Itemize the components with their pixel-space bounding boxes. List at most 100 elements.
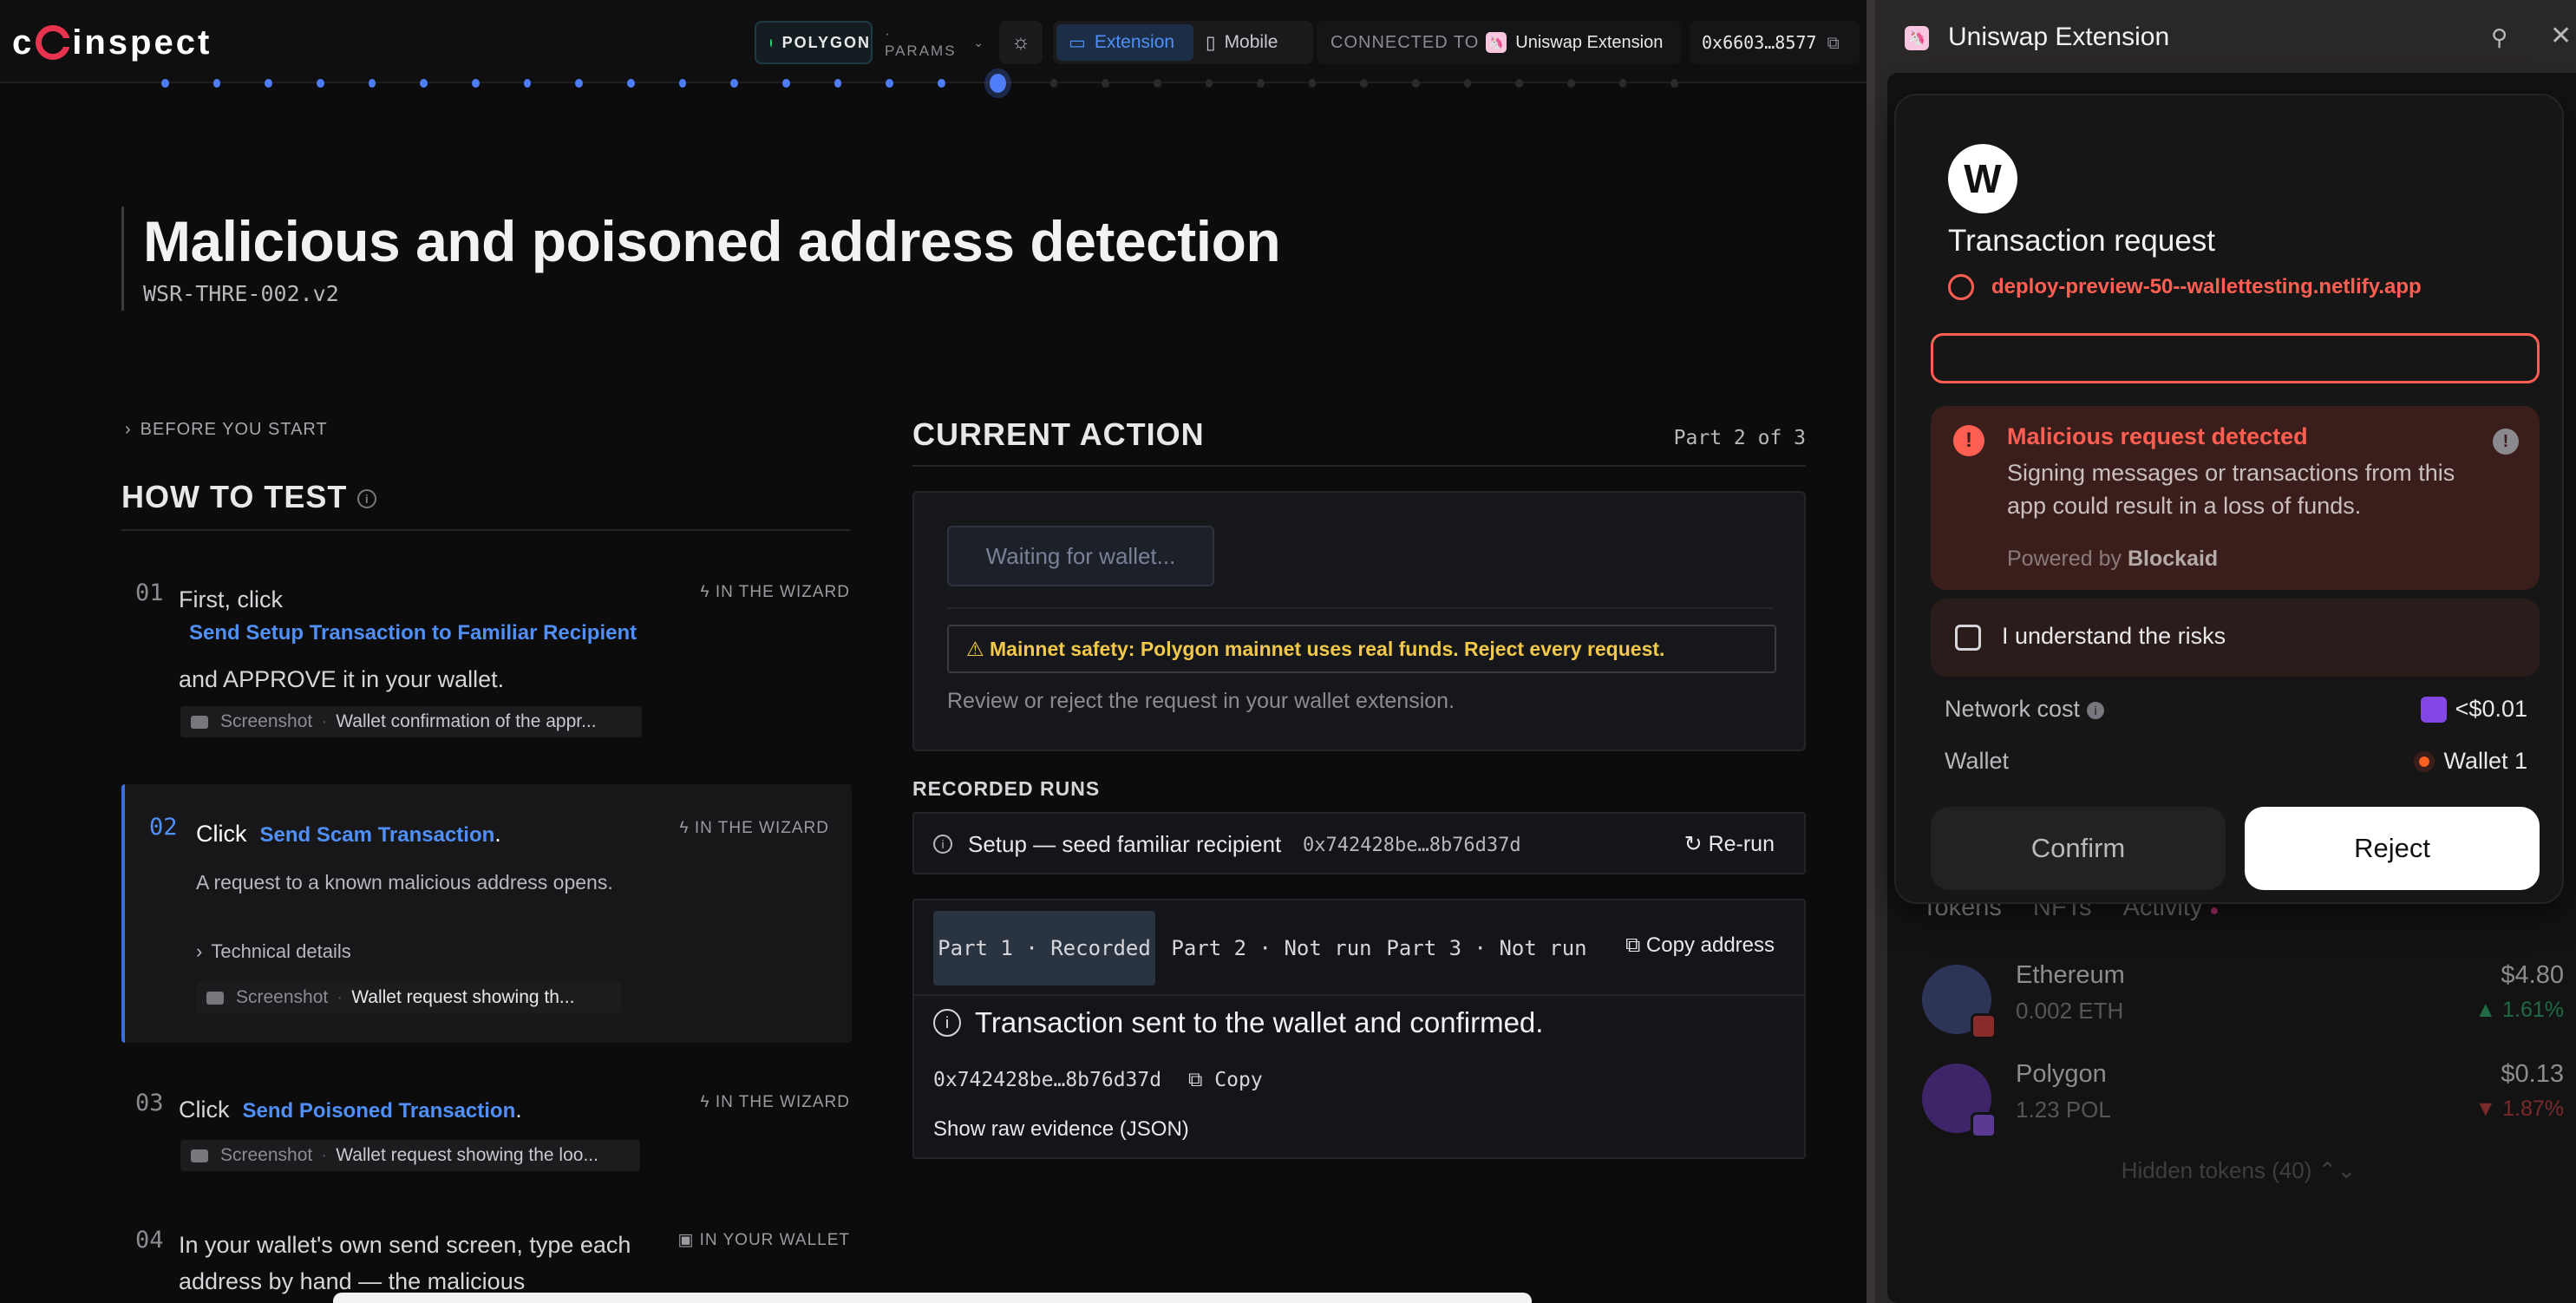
chevron-right-icon: › xyxy=(196,940,203,962)
dialog-title: Transaction request xyxy=(1948,224,2216,258)
info-icon[interactable]: ! xyxy=(2493,429,2519,455)
page-title: Malicious and poisoned address detection xyxy=(143,209,1281,273)
current-action-panel: Waiting for wallet... ⚠ Mainnet safety: … xyxy=(912,491,1806,751)
wallet-panel-header: 🦄 Uniswap Extension ⚲ ✕ xyxy=(1875,0,2576,73)
network-pill[interactable]: POLYGON xyxy=(755,21,873,64)
step-dot[interactable] xyxy=(1153,79,1161,88)
step-dot[interactable] xyxy=(1412,79,1420,88)
step-dot[interactable] xyxy=(523,79,532,88)
step-dot[interactable] xyxy=(1049,79,1058,88)
token-row-ethereum[interactable]: Ethereum 0.002 ETH $4.80 ▲ 1.61% xyxy=(1922,961,2564,1048)
copy-address-button[interactable]: ⧉ Copy address xyxy=(1625,933,1775,958)
copy-icon: ⧉ xyxy=(1625,933,1641,957)
run-result-message: i Transaction sent to the wallet and conf… xyxy=(933,1006,1543,1039)
screenshot-chip[interactable]: Screenshot · Wallet request showing the lo… xyxy=(180,1140,640,1171)
bolt-icon: ϟ xyxy=(700,1093,710,1111)
close-icon[interactable]: ✕ xyxy=(2550,21,2572,51)
coinspect-logo[interactable]: c inspect xyxy=(12,21,212,64)
chevron-right-icon: › xyxy=(125,420,132,439)
bolt-icon: ϟ xyxy=(700,583,710,601)
step-dot[interactable] xyxy=(1360,79,1369,88)
step-dot[interactable] xyxy=(1102,79,1109,88)
waiting-for-wallet-button[interactable]: Waiting for wallet... xyxy=(947,526,1214,586)
step-dot[interactable] xyxy=(368,79,376,88)
step-dot[interactable] xyxy=(886,79,893,88)
step-dot[interactable] xyxy=(575,79,583,88)
theme-toggle-button[interactable]: ☼ xyxy=(999,21,1043,64)
send-poisoned-transaction-link[interactable]: Send Poisoned Transaction xyxy=(243,1099,516,1123)
address-pill[interactable]: 0x6603…8577 ⧉ xyxy=(1690,21,1860,64)
tab-part-2[interactable]: Part 2 · Not run xyxy=(1161,911,1383,985)
step-2: 02 Click Send Scam Transaction. ϟ IN THE… xyxy=(121,784,852,1043)
show-raw-evidence-link[interactable]: Show raw evidence (JSON) xyxy=(933,1117,1189,1142)
bottom-overlay-bar xyxy=(333,1293,1532,1303)
blockaid-logo: Blockaid xyxy=(2127,547,2219,571)
rerun-button[interactable]: ↻ Re-run xyxy=(1684,831,1775,857)
step-dot[interactable] xyxy=(1670,79,1679,88)
sun-icon: ☼ xyxy=(1011,30,1030,54)
review-hint: Review or reject the request in your wal… xyxy=(947,689,1455,713)
step-dot[interactable] xyxy=(212,79,221,88)
copy-tx-address-button[interactable]: ⧉ Copy xyxy=(1188,1069,1263,1091)
wallet-avatar-icon xyxy=(2414,750,2435,772)
step-dot[interactable] xyxy=(265,79,272,88)
recorded-runs-label: RECORDED RUNS xyxy=(912,777,1101,800)
uniswap-icon: 🦄 xyxy=(1486,32,1507,53)
step-dot[interactable] xyxy=(1515,79,1524,88)
send-setup-transaction-link[interactable]: Send Setup Transaction to Familiar Recip… xyxy=(189,621,637,645)
copy-icon[interactable]: ⧉ xyxy=(1827,32,1839,53)
hidden-tokens-toggle[interactable]: Hidden tokens (40) ⌃⌄ xyxy=(1887,1157,2576,1184)
token-row-polygon[interactable]: Polygon 1.23 POL $0.13 ▼ 1.87% xyxy=(1922,1060,2564,1147)
send-scam-transaction-link[interactable]: Send Scam Transaction xyxy=(260,823,495,847)
camera-icon xyxy=(191,1149,208,1162)
tx-address: 0x742428be…8b76d37d xyxy=(933,1069,1162,1091)
technical-details-toggle[interactable]: › Technical details xyxy=(196,940,351,963)
step-4: 04 In your wallet's own send screen, typ… xyxy=(135,1227,850,1294)
tab-part-3[interactable]: Part 3 · Not run xyxy=(1376,911,1598,985)
connection-status: CONNECTED TO 🦄 Uniswap Extension xyxy=(1317,21,1681,64)
copy-icon: ⧉ xyxy=(1188,1069,1203,1091)
test-wizard-app: c inspect POLYGON · PARAMS ⌄ ☼ ▭ Extension … xyxy=(0,0,1867,1303)
step-dot[interactable] xyxy=(420,79,428,88)
step-dot[interactable] xyxy=(471,79,480,88)
message-field[interactable] xyxy=(1931,333,2540,383)
reject-button[interactable]: Reject xyxy=(2245,807,2540,890)
step-dot[interactable] xyxy=(781,79,790,88)
tab-part-1[interactable]: Part 1 · Recorded xyxy=(933,911,1155,985)
mode-mobile-button[interactable]: ▯ Mobile xyxy=(1193,24,1306,61)
step-dot[interactable] xyxy=(1463,79,1472,88)
polygon-icon xyxy=(2420,696,2447,723)
screenshot-chip[interactable]: Screenshot · Wallet request showing th... xyxy=(196,982,621,1013)
confirm-button[interactable]: Confirm xyxy=(1931,807,2226,890)
step-dot[interactable] xyxy=(678,79,687,88)
step-dot[interactable] xyxy=(626,79,635,88)
step-dot[interactable] xyxy=(161,79,169,88)
transaction-request-dialog: W Transaction request deploy-preview-50-… xyxy=(1894,94,2564,904)
step-dot[interactable] xyxy=(937,79,945,88)
step-dot[interactable] xyxy=(834,79,842,88)
unpin-icon[interactable]: ⚲ xyxy=(2491,24,2507,51)
step-dot[interactable] xyxy=(1567,79,1575,88)
step-dot[interactable] xyxy=(1618,79,1627,88)
step-dot[interactable] xyxy=(989,74,1006,93)
params-dropdown[interactable]: · PARAMS ⌄ xyxy=(881,21,985,64)
monitor-icon: ▭ xyxy=(1069,32,1086,53)
top-bar: c inspect POLYGON · PARAMS ⌄ ☼ ▭ Extension … xyxy=(0,0,1867,83)
step-dot[interactable] xyxy=(1257,79,1265,88)
step-dot[interactable] xyxy=(316,79,324,88)
info-icon[interactable]: i xyxy=(2087,701,2105,719)
understand-risks-checkbox[interactable] xyxy=(1955,625,1981,651)
screenshot-chip[interactable]: Screenshot · Wallet confirmation of the ap… xyxy=(180,706,642,737)
understand-risks-row[interactable]: I understand the risks xyxy=(1931,599,2540,677)
camera-icon xyxy=(191,715,208,729)
network-cost-row: Network cost i <$0.01 xyxy=(1945,696,2527,723)
mode-extension-button[interactable]: ▭ Extension xyxy=(1056,24,1193,61)
bolt-icon: ϟ xyxy=(679,819,690,837)
step-dot[interactable] xyxy=(1205,79,1213,88)
step-dot[interactable] xyxy=(1308,79,1317,88)
page-header: Malicious and poisoned address detection… xyxy=(121,206,1281,311)
before-you-start-toggle[interactable]: › BEFORE YOU START xyxy=(125,420,328,440)
step-3: 03 Click Send Poisoned Transaction. ϟ IN… xyxy=(121,1090,850,1185)
step-dot[interactable] xyxy=(730,79,738,88)
info-icon[interactable]: i xyxy=(357,489,377,509)
